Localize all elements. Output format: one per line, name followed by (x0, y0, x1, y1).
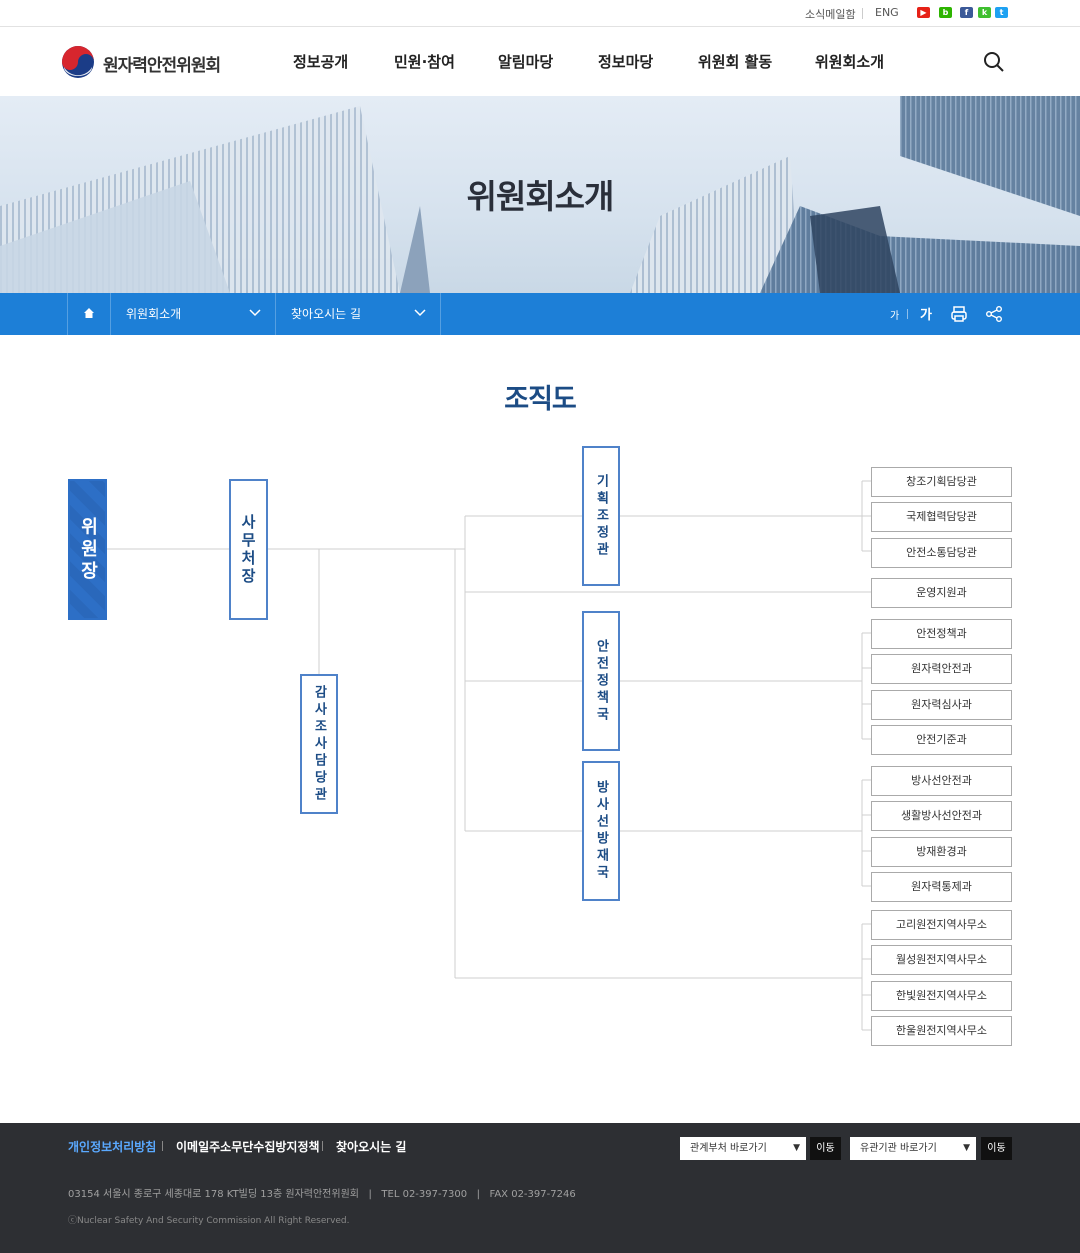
related-ministries-select[interactable]: 관계부처 바로가기 ▼ (680, 1137, 806, 1160)
page-title: 조직도 (504, 384, 577, 415)
chevron-down-icon (414, 309, 426, 317)
footer-address: 03154 서울시 종로구 세종대로 178 KT빌딩 13층 원자력안전위원회… (68, 1189, 576, 1200)
org-safety-policy-bureau[interactable]: 안전정책국 (582, 611, 620, 751)
print-icon[interactable] (950, 305, 968, 323)
org-secretary-general[interactable]: 사무처장 (229, 479, 268, 620)
org-secretary-label: 사무처장 (239, 513, 257, 586)
divider (162, 1141, 163, 1151)
search-icon[interactable] (982, 50, 1006, 74)
org-chairman-label: 위원장 (77, 516, 99, 583)
eng-link[interactable]: ENG (875, 6, 899, 19)
org-unit[interactable]: 원자력통제과 (871, 872, 1012, 902)
org-audit-label: 감사조사담당관 (311, 684, 327, 804)
font-increase-button[interactable]: 가 (920, 304, 932, 323)
related-ministries-label: 관계부처 바로가기 (690, 1143, 767, 1154)
gnb-item-info-plaza[interactable]: 정보마당 (598, 51, 653, 72)
kakao-icon[interactable]: k (978, 7, 991, 18)
sub-navigation: 위원회소개 찾아오시는 길 가 가 (0, 293, 1080, 335)
gnb-item-notice[interactable]: 알림마당 (498, 51, 553, 72)
gnb-item-activities[interactable]: 위원회 활동 (698, 51, 772, 72)
org-audit-officer[interactable]: 감사조사담당관 (300, 674, 338, 814)
org-unit[interactable]: 방사선안전과 (871, 766, 1012, 796)
depth1-label: 위원회소개 (126, 307, 182, 321)
org-unit[interactable]: 원자력심사과 (871, 690, 1012, 720)
depth1-dropdown[interactable]: 위원회소개 (110, 293, 275, 335)
gnb-item-civil-participation[interactable]: 민원·참여 (394, 51, 455, 72)
depth2-dropdown[interactable]: 찾아오시는 길 (275, 293, 441, 335)
org-radiation-label: 방사선방재국 (593, 780, 609, 882)
chevron-down-icon (249, 309, 261, 317)
home-button[interactable] (67, 293, 110, 335)
email-policy-link[interactable]: 이메일주소무단수집방지정책 (176, 1138, 320, 1155)
depth2-label: 찾아오시는 길 (291, 307, 362, 321)
org-unit[interactable]: 안전기준과 (871, 725, 1012, 755)
directions-link[interactable]: 찾아오시는 길 (336, 1138, 406, 1155)
org-unit[interactable]: 생활방사선안전과 (871, 801, 1012, 831)
share-icon[interactable] (985, 305, 1003, 323)
org-unit[interactable]: 창조기획담당관 (871, 467, 1012, 497)
related-agencies-select[interactable]: 유관기관 바로가기 ▼ (850, 1137, 976, 1160)
org-planning-label: 기획조정관 (593, 473, 609, 559)
org-chairman[interactable]: 위원장 (68, 479, 107, 620)
facebook-icon[interactable]: f (960, 7, 973, 18)
org-unit[interactable]: 안전정책과 (871, 619, 1012, 649)
related-agencies-label: 유관기관 바로가기 (860, 1143, 937, 1154)
home-icon (84, 308, 94, 318)
font-decrease-button[interactable]: 가 (890, 307, 899, 322)
hero-title: 위원회소개 (466, 177, 615, 216)
footer: 개인정보처리방침 이메일주소무단수집방지정책 찾아오시는 길 관계부처 바로가기… (0, 1123, 1080, 1253)
twitter-icon[interactable]: t (995, 7, 1008, 18)
go-button-1[interactable]: 이동 (810, 1137, 841, 1160)
org-unit[interactable]: 운영지원과 (871, 578, 1012, 608)
chevron-down-icon: ▼ (793, 1143, 800, 1153)
logo-text[interactable]: 원자력안전위원회 (103, 51, 221, 76)
footer-copyright: ⓒNuclear Safety And Security Commission … (68, 1216, 350, 1226)
org-unit[interactable]: 원자력안전과 (871, 654, 1012, 684)
org-radiation-bureau[interactable]: 방사선방재국 (582, 761, 620, 901)
blog-icon[interactable]: b (939, 7, 952, 18)
hero-banner: 위원회소개 (0, 96, 1080, 293)
header: 원자력안전위원회 정보공개 민원·참여 알림마당 정보마당 위원회 활동 위원회… (0, 28, 1080, 96)
org-unit[interactable]: 월성원전지역사무소 (871, 945, 1012, 975)
utility-bar: 소식메일함 ENG ▶ b f k t (0, 0, 1080, 27)
chevron-down-icon: ▼ (963, 1143, 970, 1153)
org-unit[interactable]: 방재환경과 (871, 837, 1012, 867)
privacy-policy-link[interactable]: 개인정보처리방침 (68, 1138, 156, 1155)
divider (322, 1141, 323, 1151)
org-planning-coordination[interactable]: 기획조정관 (582, 446, 620, 586)
org-unit[interactable]: 고리원전지역사무소 (871, 910, 1012, 940)
divider (907, 309, 908, 319)
org-unit[interactable]: 한울원전지역사무소 (871, 1016, 1012, 1046)
org-safety-policy-label: 안전정책국 (593, 638, 609, 724)
org-unit[interactable]: 안전소통담당관 (871, 538, 1012, 568)
gnb-item-info-disclosure[interactable]: 정보공개 (293, 51, 348, 72)
org-unit[interactable]: 한빛원전지역사무소 (871, 981, 1012, 1011)
newsletter-link[interactable]: 소식메일함 (805, 6, 856, 22)
taeguk-logo-icon[interactable] (61, 45, 95, 79)
org-unit[interactable]: 국제협력담당관 (871, 502, 1012, 532)
gnb-item-about[interactable]: 위원회소개 (815, 51, 884, 72)
divider (862, 8, 863, 19)
youtube-icon[interactable]: ▶ (917, 7, 930, 18)
go-button-2[interactable]: 이동 (981, 1137, 1012, 1160)
